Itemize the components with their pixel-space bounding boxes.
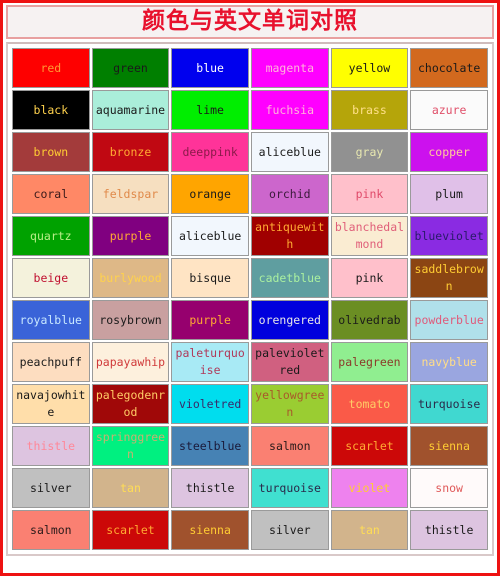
color-swatch-cell[interactable]: quartz: [12, 216, 90, 257]
color-swatch-cell[interactable]: palegodenrod: [91, 384, 170, 425]
color-swatch-cell[interactable]: scarlet: [91, 510, 170, 551]
color-swatch-cell[interactable]: palevioletred: [250, 342, 329, 383]
color-row: coral feldspar orange orchid pink plum: [12, 174, 488, 215]
color-swatch-cell[interactable]: papayawhip: [91, 342, 170, 383]
color-swatch-cell[interactable]: yellow: [330, 48, 409, 89]
color-swatch-cell[interactable]: thistle: [12, 426, 90, 467]
color-swatch-cell[interactable]: azure: [410, 90, 488, 131]
color-row: navajowhite palegodenrod violetred yellowgr…: [12, 384, 488, 425]
color-swatch-cell[interactable]: deeppink: [171, 132, 249, 173]
color-swatch-cell[interactable]: gray: [330, 132, 409, 173]
color-swatch-cell[interactable]: salmon: [12, 510, 90, 551]
color-swatch-cell[interactable]: thistle: [410, 510, 488, 551]
color-swatch-cell[interactable]: aliceblue: [171, 216, 249, 257]
color-swatch-cell[interactable]: bisque: [171, 258, 249, 299]
color-swatch-cell[interactable]: brown: [12, 132, 90, 173]
color-swatch-cell[interactable]: tomato: [330, 384, 409, 425]
color-swatch-cell[interactable]: turquoise: [410, 384, 488, 425]
color-row: royalblue rosybrown purple orengered olivedr…: [12, 300, 488, 341]
color-swatch-cell[interactable]: burlywood: [91, 258, 170, 299]
color-swatch-cell[interactable]: pink: [330, 174, 409, 215]
color-swatch-cell[interactable]: royalblue: [12, 300, 90, 341]
color-row: thistle springgreen steelblue salmon scarlet…: [12, 426, 488, 467]
color-swatch-cell[interactable]: paleturquoise: [171, 342, 249, 383]
color-swatch-cell[interactable]: aquamarine: [91, 90, 170, 131]
color-swatch-cell[interactable]: chocolate: [410, 48, 488, 89]
color-swatch-cell[interactable]: blueviolet: [410, 216, 488, 257]
color-swatch-cell[interactable]: blanchedalmond: [330, 216, 409, 257]
color-swatch-cell[interactable]: orchid: [250, 174, 329, 215]
color-swatch-table: red green blue magenta yellow chocolate black a…: [10, 46, 490, 552]
color-row: black aquamarine lime fuchsia brass azure: [12, 90, 488, 131]
color-swatch-cell[interactable]: aliceblue: [250, 132, 329, 173]
color-swatch-cell[interactable]: silver: [12, 468, 90, 509]
color-swatch-cell[interactable]: plum: [410, 174, 488, 215]
color-row: red green blue magenta yellow chocolate: [12, 48, 488, 89]
color-swatch-cell[interactable]: purple: [171, 300, 249, 341]
color-swatch-cell[interactable]: cadetblue: [250, 258, 329, 299]
color-swatch-cell[interactable]: magenta: [250, 48, 329, 89]
color-swatch-cell[interactable]: beige: [12, 258, 90, 299]
color-swatch-cell[interactable]: yellowgreen: [250, 384, 329, 425]
color-swatch-table-body: red green blue magenta yellow chocolate black a…: [12, 48, 488, 551]
color-swatch-cell[interactable]: orengered: [250, 300, 329, 341]
color-swatch-cell[interactable]: palegreen: [330, 342, 409, 383]
color-grid-container: red green blue magenta yellow chocolate black a…: [6, 42, 494, 557]
color-swatch-cell[interactable]: thistle: [171, 468, 249, 509]
page-title: 颜色与英文单词对照: [142, 7, 358, 34]
color-swatch-cell[interactable]: peachpuff: [12, 342, 90, 383]
color-swatch-cell[interactable]: powderblue: [410, 300, 488, 341]
color-swatch-cell[interactable]: scarlet: [330, 426, 409, 467]
color-swatch-cell[interactable]: red: [12, 48, 90, 89]
color-swatch-cell[interactable]: purple: [91, 216, 170, 257]
color-swatch-cell[interactable]: antiquewith: [250, 216, 329, 257]
color-swatch-cell[interactable]: black: [12, 90, 90, 131]
color-swatch-cell[interactable]: pink: [330, 258, 409, 299]
color-swatch-cell[interactable]: tan: [330, 510, 409, 551]
color-row: quartz purple aliceblue antiquewith blanched…: [12, 216, 488, 257]
color-swatch-cell[interactable]: bronze: [91, 132, 170, 173]
color-swatch-cell[interactable]: violetred: [171, 384, 249, 425]
color-swatch-cell[interactable]: snow: [410, 468, 488, 509]
color-swatch-cell[interactable]: salmon: [250, 426, 329, 467]
color-swatch-cell[interactable]: tan: [91, 468, 170, 509]
title-bar: 颜色与英文单词对照: [6, 5, 494, 40]
color-swatch-cell[interactable]: navajowhite: [12, 384, 90, 425]
color-swatch-cell[interactable]: blue: [171, 48, 249, 89]
color-swatch-cell[interactable]: feldspar: [91, 174, 170, 215]
color-swatch-cell[interactable]: brass: [330, 90, 409, 131]
color-swatch-cell[interactable]: orange: [171, 174, 249, 215]
color-swatch-cell[interactable]: navyblue: [410, 342, 488, 383]
color-row: peachpuff papayawhip paleturquoise paleviol…: [12, 342, 488, 383]
color-swatch-cell[interactable]: saddlebrown: [410, 258, 488, 299]
color-swatch-cell[interactable]: sienna: [410, 426, 488, 467]
color-swatch-cell[interactable]: silver: [250, 510, 329, 551]
color-chart-frame: 颜色与英文单词对照 red green blue magenta yellow choco…: [0, 0, 500, 576]
color-swatch-cell[interactable]: violet: [330, 468, 409, 509]
color-row: silver tan thistle turquoise violet snow: [12, 468, 488, 509]
color-swatch-cell[interactable]: green: [91, 48, 170, 89]
color-row: brown bronze deeppink aliceblue gray copper: [12, 132, 488, 173]
color-swatch-cell[interactable]: sienna: [171, 510, 249, 551]
color-swatch-cell[interactable]: olivedrab: [330, 300, 409, 341]
color-swatch-cell[interactable]: steelblue: [171, 426, 249, 467]
color-swatch-cell[interactable]: rosybrown: [91, 300, 170, 341]
color-swatch-cell[interactable]: turquoise: [250, 468, 329, 509]
color-row: salmon scarlet sienna silver tan thistle: [12, 510, 488, 551]
color-swatch-cell[interactable]: springgreen: [91, 426, 170, 467]
color-row: beige burlywood bisque cadetblue pink saddleb…: [12, 258, 488, 299]
color-swatch-cell[interactable]: fuchsia: [250, 90, 329, 131]
color-swatch-cell[interactable]: lime: [171, 90, 249, 131]
color-swatch-cell[interactable]: coral: [12, 174, 90, 215]
color-swatch-cell[interactable]: copper: [410, 132, 488, 173]
